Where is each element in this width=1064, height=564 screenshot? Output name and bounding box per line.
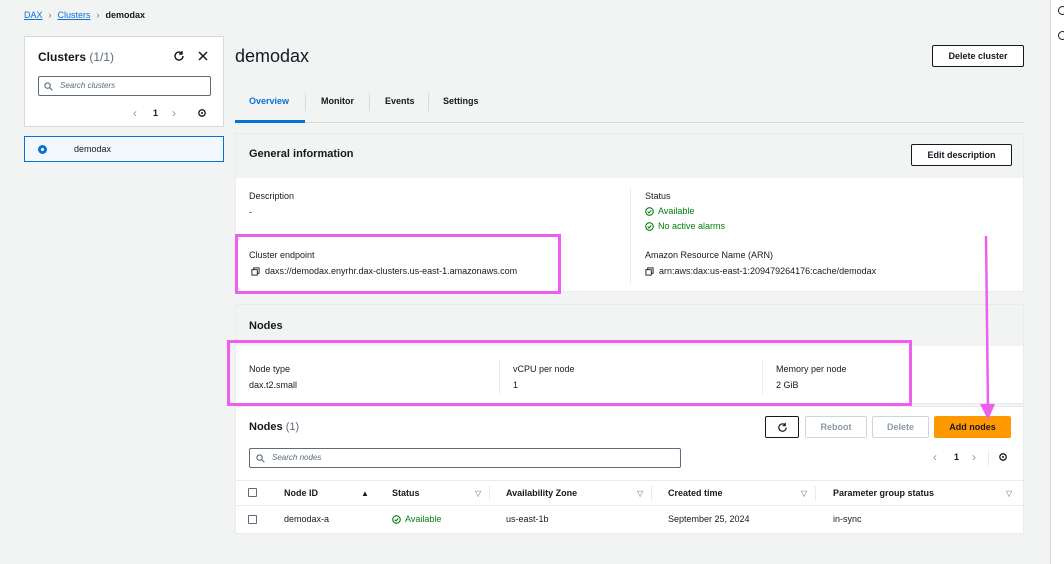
column-header-param-status[interactable]: Parameter group status bbox=[833, 488, 934, 498]
cluster-search-placeholder: Search clusters bbox=[60, 81, 116, 90]
column-divider bbox=[651, 486, 652, 500]
status-label: Status bbox=[645, 191, 671, 201]
delete-cluster-button[interactable]: Delete cluster bbox=[932, 45, 1024, 67]
right-edge-panel bbox=[1050, 0, 1064, 564]
nodes-search-input[interactable]: Search nodes bbox=[249, 448, 681, 468]
nodes-table-panel: Nodes (1) Reboot Delete Add nodes Search… bbox=[235, 406, 1024, 534]
tab-settings[interactable]: Settings bbox=[443, 96, 479, 106]
check-circle-icon bbox=[392, 514, 401, 524]
nodes-refresh-button[interactable] bbox=[765, 416, 799, 438]
sort-icon[interactable]: ▽ bbox=[1006, 489, 1012, 498]
column-header-created[interactable]: Created time bbox=[668, 488, 723, 498]
check-circle-icon bbox=[645, 221, 654, 231]
column-divider bbox=[815, 486, 816, 500]
arn-value: arn:aws:dax:us-east-1:209479264176:cache… bbox=[659, 266, 877, 276]
tab-overview[interactable]: Overview bbox=[249, 96, 289, 106]
prev-page-icon[interactable]: ‹ bbox=[133, 106, 137, 120]
reboot-button[interactable]: Reboot bbox=[805, 416, 867, 438]
status-available-text: Available bbox=[658, 206, 695, 216]
sort-icon[interactable]: ▽ bbox=[475, 489, 481, 498]
tab-divider bbox=[428, 93, 429, 111]
prev-page-icon[interactable]: ‹ bbox=[933, 450, 937, 464]
breadcrumb-dax-link[interactable]: DAX bbox=[24, 10, 43, 20]
column-divider bbox=[489, 486, 490, 500]
edit-description-button[interactable]: Edit description bbox=[911, 144, 1012, 166]
cell-az: us-east-1b bbox=[506, 514, 549, 524]
settings-gear-icon[interactable] bbox=[197, 108, 207, 120]
row-checkbox[interactable] bbox=[248, 515, 257, 524]
cell-param-status: in-sync bbox=[833, 514, 862, 524]
column-header-status[interactable]: Status bbox=[392, 488, 420, 498]
nodes-table-title: Nodes (1) bbox=[249, 421, 300, 433]
next-page-icon[interactable]: › bbox=[172, 106, 176, 120]
clusters-sidebar: Clusters (1/1) Search clusters ‹ 1 › bbox=[24, 36, 224, 127]
close-icon[interactable] bbox=[197, 50, 209, 64]
tab-monitor[interactable]: Monitor bbox=[321, 96, 354, 106]
next-page-icon[interactable]: › bbox=[972, 450, 976, 464]
breadcrumb-current: demodax bbox=[105, 10, 146, 20]
pagination-divider bbox=[988, 450, 989, 466]
general-info-title: General information bbox=[249, 148, 354, 160]
annotation-box-node-specs bbox=[227, 340, 912, 406]
sort-icon[interactable]: ▽ bbox=[801, 489, 807, 498]
page-number[interactable]: 1 bbox=[153, 108, 158, 118]
arn-label: Amazon Resource Name (ARN) bbox=[645, 250, 774, 260]
table-header-border bbox=[236, 480, 1023, 481]
add-nodes-button[interactable]: Add nodes bbox=[934, 416, 1011, 438]
settings-gear-icon[interactable] bbox=[998, 452, 1008, 464]
nodes-search-placeholder: Search nodes bbox=[272, 453, 322, 462]
check-circle-icon bbox=[645, 206, 654, 216]
breadcrumb: DAX › Clusters › demodax bbox=[24, 10, 145, 20]
annotation-box-endpoint bbox=[235, 234, 561, 294]
copy-icon[interactable] bbox=[645, 266, 654, 276]
arn-value-row: arn:aws:dax:us-east-1:209479264176:cache… bbox=[645, 266, 876, 276]
sidebar-title: Clusters (1/1) bbox=[38, 50, 115, 64]
search-icon bbox=[256, 454, 265, 463]
nodes-info-title: Nodes bbox=[249, 320, 283, 332]
column-header-node-id[interactable]: Node ID bbox=[284, 488, 318, 498]
status-alarms: No active alarms bbox=[645, 221, 725, 231]
page-title: demodax bbox=[235, 46, 310, 66]
delete-node-button[interactable]: Delete bbox=[872, 416, 929, 438]
chevron-right-icon: › bbox=[48, 10, 52, 20]
table-row-border bbox=[236, 505, 1023, 506]
sort-asc-icon[interactable]: ▲ bbox=[361, 489, 369, 498]
breadcrumb-clusters-link[interactable]: Clusters bbox=[58, 10, 91, 20]
radio-selected-icon bbox=[38, 145, 47, 154]
refresh-icon bbox=[777, 422, 787, 432]
cluster-list-item[interactable]: demodax bbox=[24, 136, 224, 162]
tab-bar-border bbox=[235, 122, 1024, 123]
annotation-arrow bbox=[980, 235, 995, 420]
tab-active-indicator bbox=[235, 120, 305, 123]
description-label: Description bbox=[249, 191, 295, 201]
cell-status: Available bbox=[392, 514, 441, 524]
select-all-checkbox[interactable] bbox=[248, 488, 257, 497]
cluster-search-input[interactable]: Search clusters bbox=[38, 76, 211, 96]
status-alarms-text: No active alarms bbox=[658, 221, 726, 231]
tab-events[interactable]: Events bbox=[385, 96, 415, 106]
tab-divider bbox=[305, 93, 306, 111]
description-value: - bbox=[249, 207, 252, 217]
status-available: Available bbox=[645, 206, 694, 216]
sort-icon[interactable]: ▽ bbox=[637, 489, 643, 498]
info-icon[interactable] bbox=[1058, 6, 1064, 15]
refresh-icon[interactable] bbox=[173, 50, 185, 64]
cluster-list-item-label: demodax bbox=[74, 144, 112, 154]
general-info-header bbox=[236, 134, 1023, 178]
search-icon bbox=[44, 82, 53, 91]
chevron-right-icon: › bbox=[96, 10, 100, 20]
cell-created: September 25, 2024 bbox=[668, 514, 750, 524]
column-divider bbox=[630, 188, 631, 284]
cell-node-id: demodax-a bbox=[284, 514, 330, 524]
cell-status-text: Available bbox=[405, 514, 442, 524]
column-header-az[interactable]: Availability Zone bbox=[506, 488, 577, 498]
page-number[interactable]: 1 bbox=[954, 452, 959, 462]
tab-divider bbox=[369, 93, 370, 111]
gear-icon[interactable] bbox=[1058, 31, 1064, 40]
